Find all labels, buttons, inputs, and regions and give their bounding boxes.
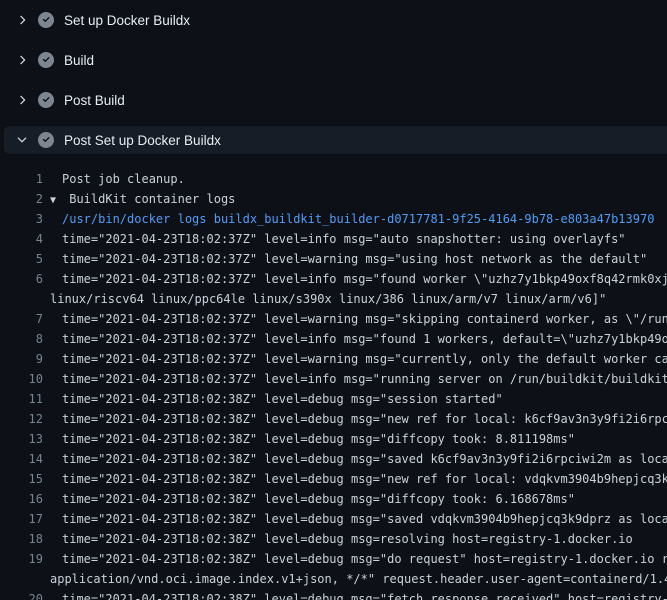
log-line: 12 time="2021-04-23T18:02:38Z" level=deb… <box>0 409 667 429</box>
line-number[interactable]: 11 <box>0 389 43 409</box>
log-text: time="2021-04-23T18:02:37Z" level=info m… <box>62 329 667 349</box>
log-text: application/vnd.oci.image.index.v1+json,… <box>50 569 667 589</box>
log-line: 10 time="2021-04-23T18:02:37Z" level=inf… <box>0 369 667 389</box>
log-line: 18 time="2021-04-23T18:02:38Z" level=deb… <box>0 529 667 549</box>
line-number[interactable]: 8 <box>0 329 43 349</box>
line-number[interactable]: 6 <box>0 269 43 289</box>
log-line: 6 time="2021-04-23T18:02:37Z" level=info… <box>0 269 667 289</box>
log-line: 8 time="2021-04-23T18:02:37Z" level=info… <box>0 329 667 349</box>
log-line: 19 time="2021-04-23T18:02:38Z" level=deb… <box>0 549 667 569</box>
chevron-right-icon <box>14 12 30 28</box>
step-label: Set up Docker Buildx <box>64 13 190 28</box>
log-line: 2 ▼ BuildKit container logs <box>0 189 667 209</box>
step-post-build[interactable]: Post Build <box>4 86 667 114</box>
check-circle-icon <box>38 52 54 68</box>
log-line: 4 time="2021-04-23T18:02:37Z" level=info… <box>0 229 667 249</box>
log-line: 5 time="2021-04-23T18:02:37Z" level=warn… <box>0 249 667 269</box>
log-text: time="2021-04-23T18:02:37Z" level=info m… <box>62 369 667 389</box>
step-label: Post Build <box>64 93 125 108</box>
line-number[interactable]: 16 <box>0 489 43 509</box>
log-text: time="2021-04-23T18:02:38Z" level=debug … <box>62 389 503 409</box>
line-number[interactable] <box>0 569 43 589</box>
log-text: Post job cleanup. <box>62 169 185 189</box>
step-label: Build <box>64 53 94 68</box>
check-circle-icon <box>38 12 54 28</box>
line-number[interactable]: 19 <box>0 549 43 569</box>
line-number[interactable]: 13 <box>0 429 43 449</box>
line-number[interactable]: 1 <box>0 169 43 189</box>
log-text: time="2021-04-23T18:02:37Z" level=warnin… <box>62 249 647 269</box>
line-number[interactable]: 2 <box>0 189 43 209</box>
line-number[interactable]: 4 <box>0 229 43 249</box>
line-number[interactable]: 9 <box>0 349 43 369</box>
check-circle-icon <box>38 92 54 108</box>
group-toggle-icon[interactable]: ▼ <box>50 191 62 209</box>
log-line: 3 /usr/bin/docker logs buildx_buildkit_b… <box>0 209 667 229</box>
step-label: Post Set up Docker Buildx <box>64 133 221 148</box>
log-text[interactable]: ▼ BuildKit container logs <box>50 189 235 209</box>
line-number[interactable] <box>0 289 43 309</box>
line-number[interactable]: 14 <box>0 449 43 469</box>
log-line: linux/riscv64 linux/ppc64le linux/s390x … <box>0 289 667 309</box>
step-set-up-docker-buildx[interactable]: Set up Docker Buildx <box>4 6 667 34</box>
line-number[interactable]: 5 <box>0 249 43 269</box>
log-line: 15 time="2021-04-23T18:02:38Z" level=deb… <box>0 469 667 489</box>
line-number[interactable]: 3 <box>0 209 43 229</box>
log-line: 1 Post job cleanup. <box>0 169 667 189</box>
step-post-set-up-docker-buildx[interactable]: Post Set up Docker Buildx <box>4 126 667 154</box>
chevron-right-icon <box>14 52 30 68</box>
line-number[interactable]: 12 <box>0 409 43 429</box>
log-text: time="2021-04-23T18:02:38Z" level=debug … <box>62 409 667 429</box>
log-line: 20 time="2021-04-23T18:02:38Z" level=deb… <box>0 589 667 600</box>
log-line: 16 time="2021-04-23T18:02:38Z" level=deb… <box>0 489 667 509</box>
step-build[interactable]: Build <box>4 46 667 74</box>
actions-log-viewer: Set up Docker Buildx Build Post Build <box>0 0 667 600</box>
log-line: 17 time="2021-04-23T18:02:38Z" level=deb… <box>0 509 667 529</box>
log-line: application/vnd.oci.image.index.v1+json,… <box>0 569 667 589</box>
line-number[interactable]: 15 <box>0 469 43 489</box>
line-number[interactable]: 17 <box>0 509 43 529</box>
log-line: 14 time="2021-04-23T18:02:38Z" level=deb… <box>0 449 667 469</box>
line-number[interactable]: 10 <box>0 369 43 389</box>
log-text: time="2021-04-23T18:02:38Z" level=debug … <box>62 589 667 600</box>
line-number[interactable]: 7 <box>0 309 43 329</box>
line-number[interactable]: 18 <box>0 529 43 549</box>
log-text: /usr/bin/docker logs buildx_buildkit_bui… <box>62 209 654 229</box>
log-panel: 1 Post job cleanup. 2 ▼ BuildKit contain… <box>0 154 667 600</box>
step-list: Set up Docker Buildx Build Post Build <box>0 0 667 154</box>
log-text: time="2021-04-23T18:02:37Z" level=info m… <box>62 269 667 289</box>
line-number[interactable]: 20 <box>0 589 43 600</box>
log-text: time="2021-04-23T18:02:37Z" level=info m… <box>62 229 626 249</box>
log-text: time="2021-04-23T18:02:38Z" level=debug … <box>62 429 575 449</box>
log-text: time="2021-04-23T18:02:38Z" level=debug … <box>62 509 667 529</box>
log-line: 9 time="2021-04-23T18:02:37Z" level=warn… <box>0 349 667 369</box>
chevron-down-icon <box>14 132 30 148</box>
log-text: linux/riscv64 linux/ppc64le linux/s390x … <box>50 289 606 309</box>
log-text: time="2021-04-23T18:02:38Z" level=debug … <box>62 529 633 549</box>
log-text: time="2021-04-23T18:02:38Z" level=debug … <box>62 489 575 509</box>
log-text: time="2021-04-23T18:02:37Z" level=warnin… <box>62 309 667 329</box>
log-text: time="2021-04-23T18:02:37Z" level=warnin… <box>62 349 667 369</box>
chevron-right-icon <box>14 92 30 108</box>
log-text: time="2021-04-23T18:02:38Z" level=debug … <box>62 549 667 569</box>
check-circle-icon <box>38 132 54 148</box>
log-line: 13 time="2021-04-23T18:02:38Z" level=deb… <box>0 429 667 449</box>
log-line: 11 time="2021-04-23T18:02:38Z" level=deb… <box>0 389 667 409</box>
log-text: time="2021-04-23T18:02:38Z" level=debug … <box>62 469 667 489</box>
log-text: time="2021-04-23T18:02:38Z" level=debug … <box>62 449 667 469</box>
log-line: 7 time="2021-04-23T18:02:37Z" level=warn… <box>0 309 667 329</box>
